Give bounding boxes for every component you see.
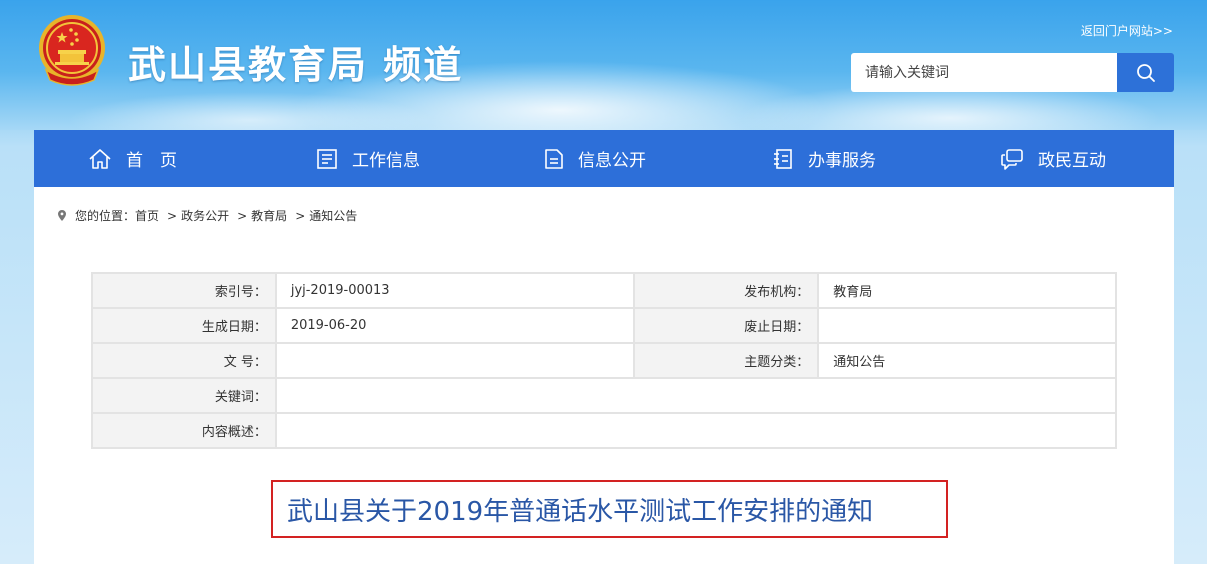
- breadcrumb-notices[interactable]: 通知公告: [309, 207, 357, 224]
- index-label: 索引号：: [91, 272, 277, 309]
- home-icon: [89, 148, 111, 169]
- table-row: 内容概述：: [91, 412, 1118, 449]
- return-portal-link[interactable]: 返回门户网站>>: [1081, 22, 1173, 39]
- site-title: 武山县教育局 频道: [128, 43, 464, 87]
- search-box: [851, 53, 1174, 92]
- breadcrumb-separator: >: [237, 208, 248, 223]
- table-row: 关键词：: [91, 377, 1118, 414]
- expire-date-value: [817, 307, 1117, 344]
- created-date-label: 生成日期：: [91, 307, 277, 344]
- summary-label: 内容概述：: [91, 412, 277, 449]
- search-icon: [1136, 63, 1155, 82]
- nav-item-services-label: 办事服务: [808, 151, 876, 171]
- header-banner: 武山县教育局 频道 返回门户网站>>: [0, 0, 1207, 130]
- nav-item-services[interactable]: 办事服务: [772, 130, 876, 187]
- document-icon: [545, 148, 563, 169]
- breadcrumb-gov-affairs[interactable]: 政务公开: [181, 207, 229, 224]
- nav-item-work-info-label: 工作信息: [352, 151, 420, 171]
- breadcrumb-separator: >: [167, 208, 178, 223]
- nav-item-home[interactable]: 首 页: [88, 130, 177, 187]
- nav-item-info-public[interactable]: 信息公开: [544, 130, 646, 187]
- chat-icon: [1001, 148, 1023, 170]
- breadcrumb-home[interactable]: 首页: [135, 207, 159, 224]
- nav-item-info-public-label: 信息公开: [578, 151, 646, 171]
- summary-value: [274, 412, 1118, 449]
- expire-date-label: 废止日期：: [633, 307, 820, 344]
- topic-value: 通知公告: [817, 342, 1117, 379]
- nav-item-home-label: 首 页: [126, 151, 177, 171]
- list-document-icon: [317, 148, 337, 169]
- table-row: 文 号： 主题分类： 通知公告: [91, 342, 1117, 379]
- breadcrumb-education-bureau[interactable]: 教育局: [251, 207, 287, 224]
- national-emblem-icon: [39, 15, 105, 86]
- content-panel: 您的位置： 首页 > 政务公开 > 教育局 > 通知公告 索引号： jyj-20…: [34, 187, 1174, 564]
- keyword-value: [274, 377, 1118, 414]
- breadcrumb-prefix: 您的位置：: [75, 209, 136, 223]
- search-input[interactable]: [851, 53, 1117, 92]
- article-title: 武山县关于2019年普通话水平测试工作安排的通知: [271, 480, 948, 538]
- topic-label: 主题分类：: [633, 342, 820, 379]
- location-pin-icon: [58, 210, 66, 221]
- breadcrumb-separator: >: [295, 208, 306, 223]
- main-nav: 首 页 工作信息 信息公开 办事服务 政民互动: [34, 130, 1174, 187]
- doc-number-label: 文 号：: [91, 342, 277, 379]
- table-row: 索引号： jyj-2019-00013 发布机构： 教育局: [91, 272, 1117, 309]
- notebook-icon: [774, 148, 792, 169]
- publisher-value: 教育局: [817, 272, 1117, 309]
- doc-number-value: [274, 342, 636, 379]
- nav-item-work-info[interactable]: 工作信息: [316, 130, 420, 187]
- nav-item-interaction[interactable]: 政民互动: [1000, 130, 1106, 187]
- document-meta-table: 索引号： jyj-2019-00013 发布机构： 教育局 生成日期： 2019…: [91, 272, 1118, 449]
- table-row: 生成日期： 2019-06-20 废止日期：: [91, 307, 1117, 344]
- publisher-label: 发布机构：: [633, 272, 820, 309]
- breadcrumb: 您的位置： 首页 > 政务公开 > 教育局 > 通知公告: [58, 207, 357, 224]
- search-button[interactable]: [1117, 53, 1174, 92]
- nav-item-interaction-label: 政民互动: [1038, 151, 1106, 171]
- created-date-value: 2019-06-20: [274, 307, 636, 344]
- index-value: jyj-2019-00013: [274, 272, 636, 309]
- keyword-label: 关键词：: [91, 377, 277, 414]
